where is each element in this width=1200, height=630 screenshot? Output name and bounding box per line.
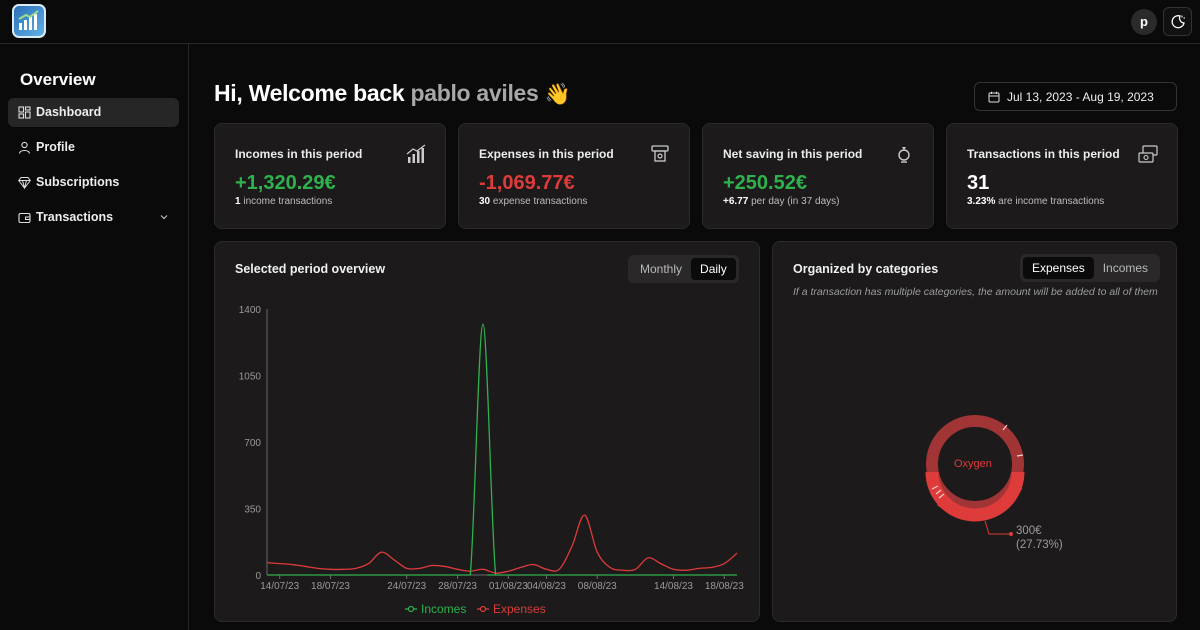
y-tick-label: 1400: [239, 305, 262, 316]
x-tick-label: 24/07/23: [387, 581, 426, 592]
donut-chart: [925, 415, 1025, 536]
stat-value: -1,069.77€: [479, 172, 575, 194]
sidebar-item-subscriptions[interactable]: Subscriptions: [8, 168, 179, 197]
stat-subtext: 30 expense transactions: [479, 196, 588, 207]
legend-marker-dot: [407, 605, 415, 613]
categories-panel: Organized by categories Expenses Incomes…: [772, 241, 1177, 622]
sidebar: Overview Dashboard Profile Subscriptions…: [0, 44, 189, 630]
username: pablo aviles: [410, 80, 539, 106]
stat-value: +250.52€: [723, 172, 807, 194]
callout-percent: (27.73%): [1016, 539, 1063, 551]
page-title: Hi, Welcome back pablo aviles 👋: [214, 80, 571, 107]
date-range-label: Jul 13, 2023 - Aug 19, 2023: [1007, 90, 1154, 104]
greeting-text: Hi, Welcome back: [214, 80, 405, 106]
legend-label-expenses[interactable]: Expenses: [493, 602, 546, 616]
sidebar-title: Overview: [20, 70, 96, 89]
legend-marker-dot: [479, 605, 487, 613]
sidebar-item-profile[interactable]: Profile: [8, 133, 179, 162]
x-tick-label: 14/07/23: [260, 581, 299, 592]
atm-icon: [651, 145, 669, 162]
stat-title: Net saving in this period: [723, 147, 863, 161]
callout-amount: 300€: [1016, 525, 1042, 537]
chevron-down-icon: [160, 215, 168, 220]
line-chart: 03507001050140014/07/23 18/07/23 24/07/23 2…: [239, 305, 744, 616]
x-tick-label: 08/08/23: [578, 581, 617, 592]
y-tick-label: 350: [244, 505, 261, 516]
avatar[interactable]: p: [1131, 9, 1157, 35]
stat-title: Incomes in this period: [235, 147, 363, 161]
stat-card-net-saving: Net saving in this period +250.52€ +6.77…: [702, 123, 934, 229]
sidebar-item-label: Subscriptions: [36, 175, 120, 189]
theme-toggle-button[interactable]: [1163, 7, 1192, 36]
stat-value: 31: [967, 172, 990, 194]
series-line-incomes[interactable]: [266, 323, 737, 576]
date-range-picker[interactable]: Jul 13, 2023 - Aug 19, 2023: [974, 82, 1177, 111]
stat-value: +1,320.29€: [235, 172, 336, 194]
calendar-icon: [988, 91, 1000, 103]
diamond-icon: [18, 177, 31, 189]
callout-line: [984, 520, 1011, 535]
stat-title: Expenses in this period: [479, 147, 614, 161]
stat-subtext: 3.23% are income transactions: [967, 196, 1105, 207]
stat-subtext: 1 income transactions: [235, 196, 333, 207]
wave-emoji: 👋: [544, 83, 571, 106]
sidebar-item-label: Dashboard: [36, 105, 102, 119]
callout-dot: [1009, 532, 1013, 536]
donut-center-label: Oxygen: [954, 458, 992, 470]
user-icon: [18, 141, 31, 154]
sidebar-item-transactions[interactable]: Transactions: [8, 203, 179, 232]
chart-bars-icon: [406, 144, 426, 163]
stat-card-incomes: Incomes in this period +1,320.29€ 1 inco…: [214, 123, 446, 229]
y-tick-label: 700: [244, 438, 261, 449]
money-exchange-icon: [1138, 145, 1158, 163]
stat-card-expenses: Expenses in this period -1,069.77€ 30 ex…: [458, 123, 690, 229]
series-line-expenses[interactable]: [266, 514, 738, 574]
overview-panel: Selected period overview Monthly Daily 0…: [214, 241, 760, 622]
sidebar-item-label: Profile: [36, 140, 75, 154]
sidebar-item-dashboard[interactable]: Dashboard: [8, 98, 179, 127]
y-tick-label: 1050: [239, 372, 262, 383]
x-tick-label: 04/08/23: [527, 581, 566, 592]
stat-title: Transactions in this period: [967, 147, 1120, 161]
sidebar-item-label: Transactions: [36, 210, 114, 224]
app-logo-icon[interactable]: [12, 4, 46, 38]
x-tick-label: 01/08/23: [489, 581, 528, 592]
x-tick-label: 14/08/23: [654, 581, 693, 592]
x-tick-label: 28/07/23: [438, 581, 477, 592]
stat-card-transactions: Transactions in this period 31 3.23% are…: [946, 123, 1178, 229]
top-bar: p: [0, 0, 1200, 44]
legend-label-incomes[interactable]: Incomes: [421, 602, 466, 616]
stat-subtext: +6.77 per day (in 37 days): [723, 196, 840, 207]
donut-callout: 300€ (27.73%): [1016, 524, 1063, 552]
piggy-bank-icon: [898, 147, 910, 163]
moon-sun-icon: [1171, 15, 1185, 29]
dashboard-icon: [18, 106, 31, 119]
wallet-icon: [18, 212, 31, 224]
x-tick-label: 18/08/23: [705, 581, 744, 592]
x-tick-label: 18/07/23: [311, 581, 350, 592]
